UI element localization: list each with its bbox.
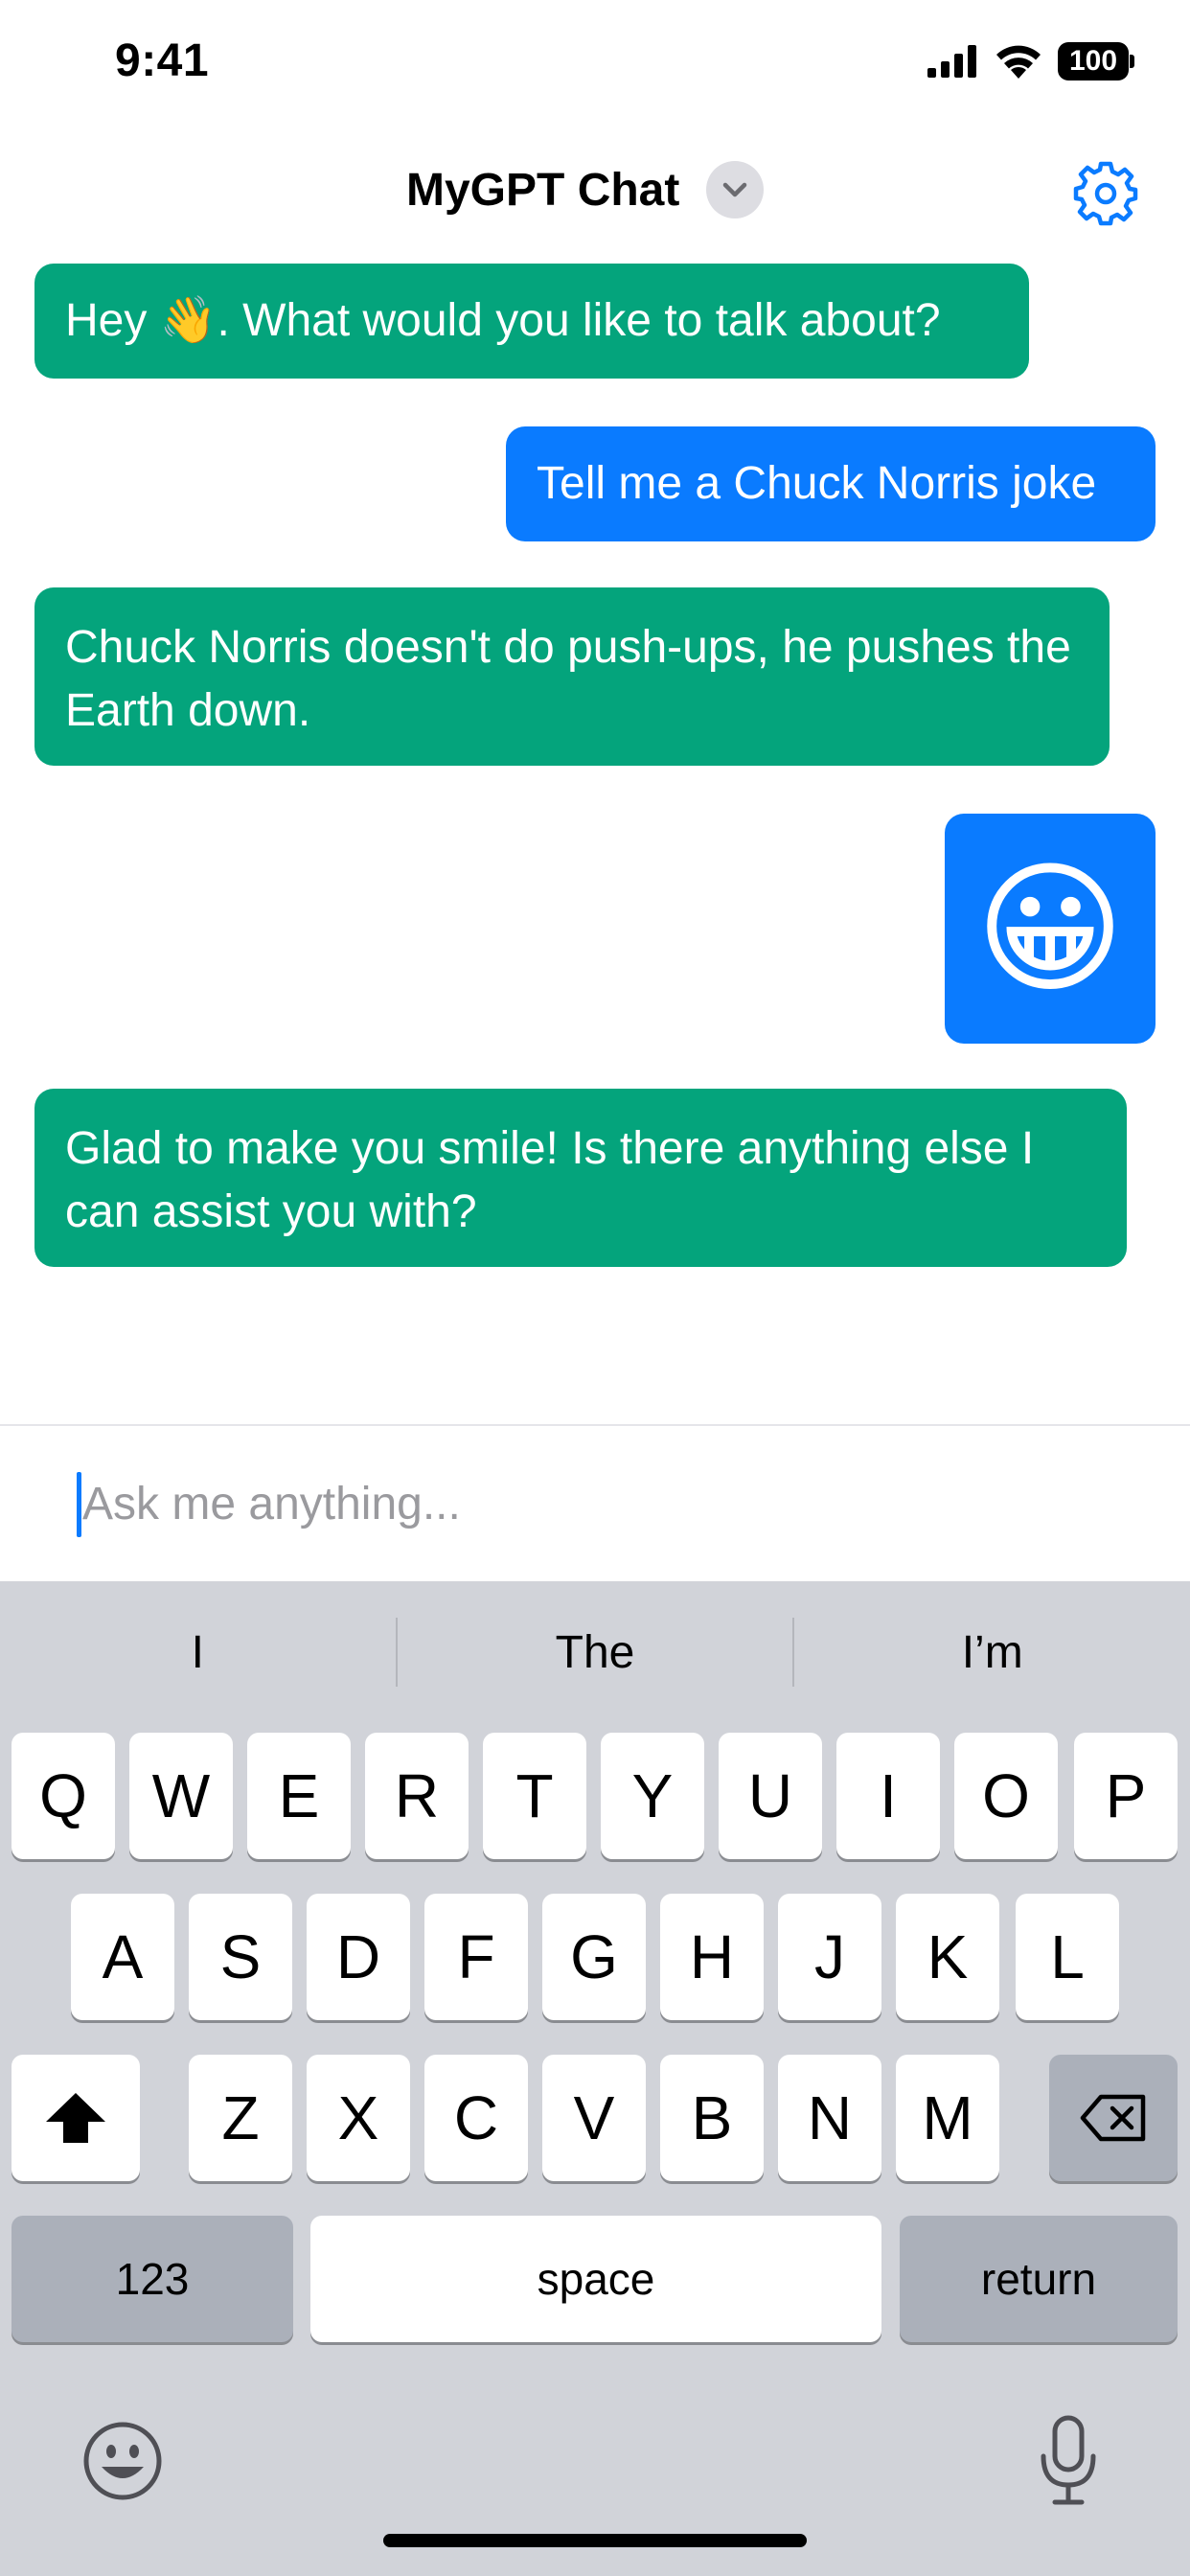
key-t[interactable]: T xyxy=(483,1733,586,1859)
bot-message: Glad to make you smile! Is there anythin… xyxy=(34,1089,1127,1267)
key-b[interactable]: B xyxy=(660,2055,764,2181)
key-o[interactable]: O xyxy=(954,1733,1058,1859)
key-l[interactable]: L xyxy=(1016,1894,1119,2020)
key-s[interactable]: S xyxy=(189,1894,292,2020)
user-message: Tell me a Chuck Norris joke xyxy=(506,426,1156,541)
key-e[interactable]: E xyxy=(247,1733,351,1859)
suggestion-item[interactable]: I xyxy=(0,1614,396,1690)
key-p[interactable]: P xyxy=(1074,1733,1178,1859)
text-caret xyxy=(77,1472,81,1537)
message-input[interactable] xyxy=(82,1460,1136,1547)
grinning-face-emoji: 😀 xyxy=(974,848,1126,1009)
signal-icon xyxy=(927,45,976,78)
key-v[interactable]: V xyxy=(542,2055,646,2181)
page-title: MyGPT Chat xyxy=(406,164,680,216)
dictation-button[interactable] xyxy=(1025,2407,1111,2513)
microphone-icon xyxy=(1041,2415,1096,2505)
bot-message: Chuck Norris doesn't do push-ups, he pus… xyxy=(34,587,1110,766)
bot-message: Hey 👋. What would you like to talk about… xyxy=(34,264,1029,379)
battery-icon: 100 xyxy=(1058,42,1134,80)
key-w[interactable]: W xyxy=(129,1733,233,1859)
emoji-keyboard-button[interactable] xyxy=(79,2417,167,2505)
backspace-icon xyxy=(1080,2094,1146,2142)
keyboard: I The I’m Q W E R T Y U I O P A S D F G … xyxy=(0,1581,1190,2576)
key-x[interactable]: X xyxy=(307,2055,410,2181)
status-icons: 100 xyxy=(927,42,1134,80)
status-time: 9:41 xyxy=(115,35,210,86)
numbers-key[interactable]: 123 xyxy=(11,2216,293,2342)
key-f[interactable]: F xyxy=(424,1894,528,2020)
chat-messages[interactable]: Hey 👋. What would you like to talk about… xyxy=(0,264,1190,1423)
key-h[interactable]: H xyxy=(660,1894,764,2020)
key-j[interactable]: J xyxy=(778,1894,881,2020)
settings-button[interactable] xyxy=(1069,157,1142,230)
shift-icon xyxy=(46,2093,105,2143)
chat-header: MyGPT Chat xyxy=(0,144,1190,240)
emoji-icon xyxy=(83,2422,162,2500)
status-bar: 9:41 100 xyxy=(0,0,1190,134)
predictive-text-bar: I The I’m xyxy=(0,1614,1190,1690)
key-m[interactable]: M xyxy=(896,2055,999,2181)
key-z[interactable]: Z xyxy=(189,2055,292,2181)
battery-level: 100 xyxy=(1068,45,1118,77)
key-y[interactable]: Y xyxy=(601,1733,704,1859)
key-i[interactable]: I xyxy=(836,1733,940,1859)
key-u[interactable]: U xyxy=(719,1733,822,1859)
key-n[interactable]: N xyxy=(778,2055,881,2181)
shift-key[interactable] xyxy=(11,2055,140,2181)
backspace-key[interactable] xyxy=(1049,2055,1178,2181)
gear-icon xyxy=(1073,161,1138,226)
message-composer xyxy=(0,1424,1190,1581)
key-a[interactable]: A xyxy=(71,1894,174,2020)
key-q[interactable]: Q xyxy=(11,1733,115,1859)
suggestion-item[interactable]: I’m xyxy=(794,1614,1190,1690)
return-key[interactable]: return xyxy=(900,2216,1178,2342)
key-k[interactable]: K xyxy=(896,1894,999,2020)
key-r[interactable]: R xyxy=(365,1733,469,1859)
home-indicator[interactable] xyxy=(383,2534,807,2547)
suggestion-item[interactable]: The xyxy=(398,1614,793,1690)
chevron-down-icon[interactable] xyxy=(706,161,765,218)
user-message-emoji: 😀 xyxy=(945,814,1156,1044)
key-c[interactable]: C xyxy=(424,2055,528,2181)
wifi-icon xyxy=(996,45,1041,79)
chat-title-button[interactable]: MyGPT Chat xyxy=(406,161,765,218)
key-g[interactable]: G xyxy=(542,1894,646,2020)
space-key[interactable]: space xyxy=(310,2216,881,2342)
key-d[interactable]: D xyxy=(307,1894,410,2020)
